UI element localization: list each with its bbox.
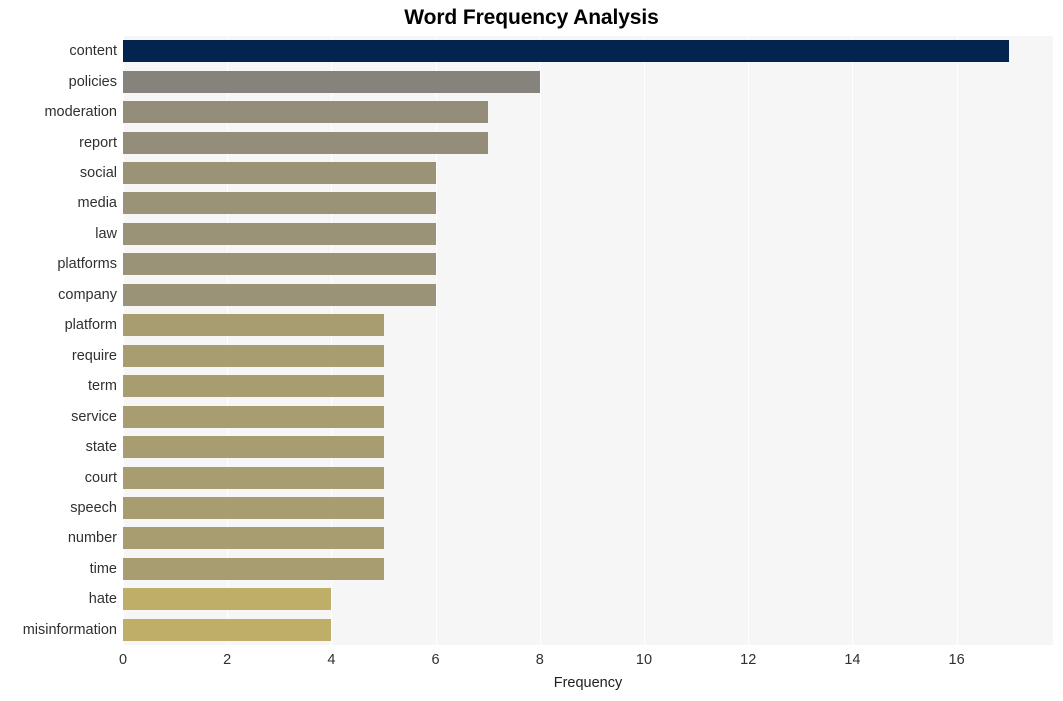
x-axis-tick-labels: 0 2 4 6 8 10 12 14 16 [119,645,1053,675]
y-tick-label: report [79,134,117,151]
x-tick-label: 10 [635,652,653,668]
x-tick-label: 6 [431,652,440,668]
bar-row [123,432,1053,462]
y-tick-label: moderation [44,104,117,121]
bar[interactable] [123,405,384,428]
bar[interactable] [123,192,436,215]
y-tick-label: service [71,408,117,425]
bar-row [123,523,1053,553]
bar[interactable] [123,283,436,306]
x-tick-label: 0 [118,652,128,668]
bar[interactable] [123,344,384,367]
y-tick-label: social [79,165,117,182]
y-tick-label: law [95,225,117,242]
chart-title: Word Frequency Analysis [404,6,659,29]
bar[interactable] [123,253,436,276]
bar[interactable] [123,436,384,459]
bar-row [123,158,1053,188]
x-tick-label: 4 [327,652,336,668]
bar-row [123,554,1053,584]
bar[interactable] [123,375,384,398]
y-tick-label: platform [64,317,117,334]
y-tick-label: require [71,347,117,364]
x-tick-label: 2 [223,652,232,668]
bar[interactable] [123,314,384,337]
x-tick-label: 14 [844,652,861,668]
bar[interactable] [123,222,436,245]
bar-row [123,584,1053,614]
bar-row [123,249,1053,279]
bar-row [123,615,1053,645]
y-tick-label: company [58,286,117,303]
bar[interactable] [123,618,332,641]
y-tick-label: speech [70,499,117,516]
bar[interactable] [123,70,540,93]
bar-row [123,371,1053,401]
bar[interactable] [123,162,436,185]
bar-row [123,341,1053,371]
y-tick-label: policies [68,73,117,90]
y-axis-tick-labels: content policies moderation report social med… [0,36,117,645]
y-tick-label: content [69,43,117,60]
bar-row [123,66,1053,96]
bar-row [123,310,1053,340]
y-tick-label: platforms [57,256,117,273]
bar[interactable] [123,466,384,489]
x-tick-label: 8 [535,652,544,668]
y-tick-label: media [77,195,118,212]
plot-area [123,36,1053,645]
x-tick-label: 12 [740,652,757,668]
y-tick-label: time [89,560,117,577]
y-tick-label: misinformation [22,621,117,638]
y-tick-label: state [85,439,117,456]
bar[interactable] [123,101,488,124]
bar-row [123,127,1053,157]
bar-row [123,401,1053,431]
x-tick-label: 16 [948,652,965,668]
bar[interactable] [123,527,384,550]
y-tick-label: hate [88,591,117,608]
bar-row [123,97,1053,127]
bar-row [123,188,1053,218]
bar[interactable] [123,40,1009,63]
bar[interactable] [123,496,384,519]
bar[interactable] [123,588,332,611]
bars-container [123,36,1053,645]
bar-row [123,36,1053,66]
x-axis-label: Frequency [553,675,623,691]
bar-row [123,280,1053,310]
y-tick-label: term [88,378,117,395]
bar[interactable] [123,131,488,154]
bar-row [123,462,1053,492]
y-tick-label: court [84,469,117,486]
bar-row [123,493,1053,523]
y-tick-label: number [67,530,117,547]
chart-figure: Word Frequency Analysis content policies m… [0,0,1063,701]
bar-row [123,219,1053,249]
bar[interactable] [123,557,384,580]
